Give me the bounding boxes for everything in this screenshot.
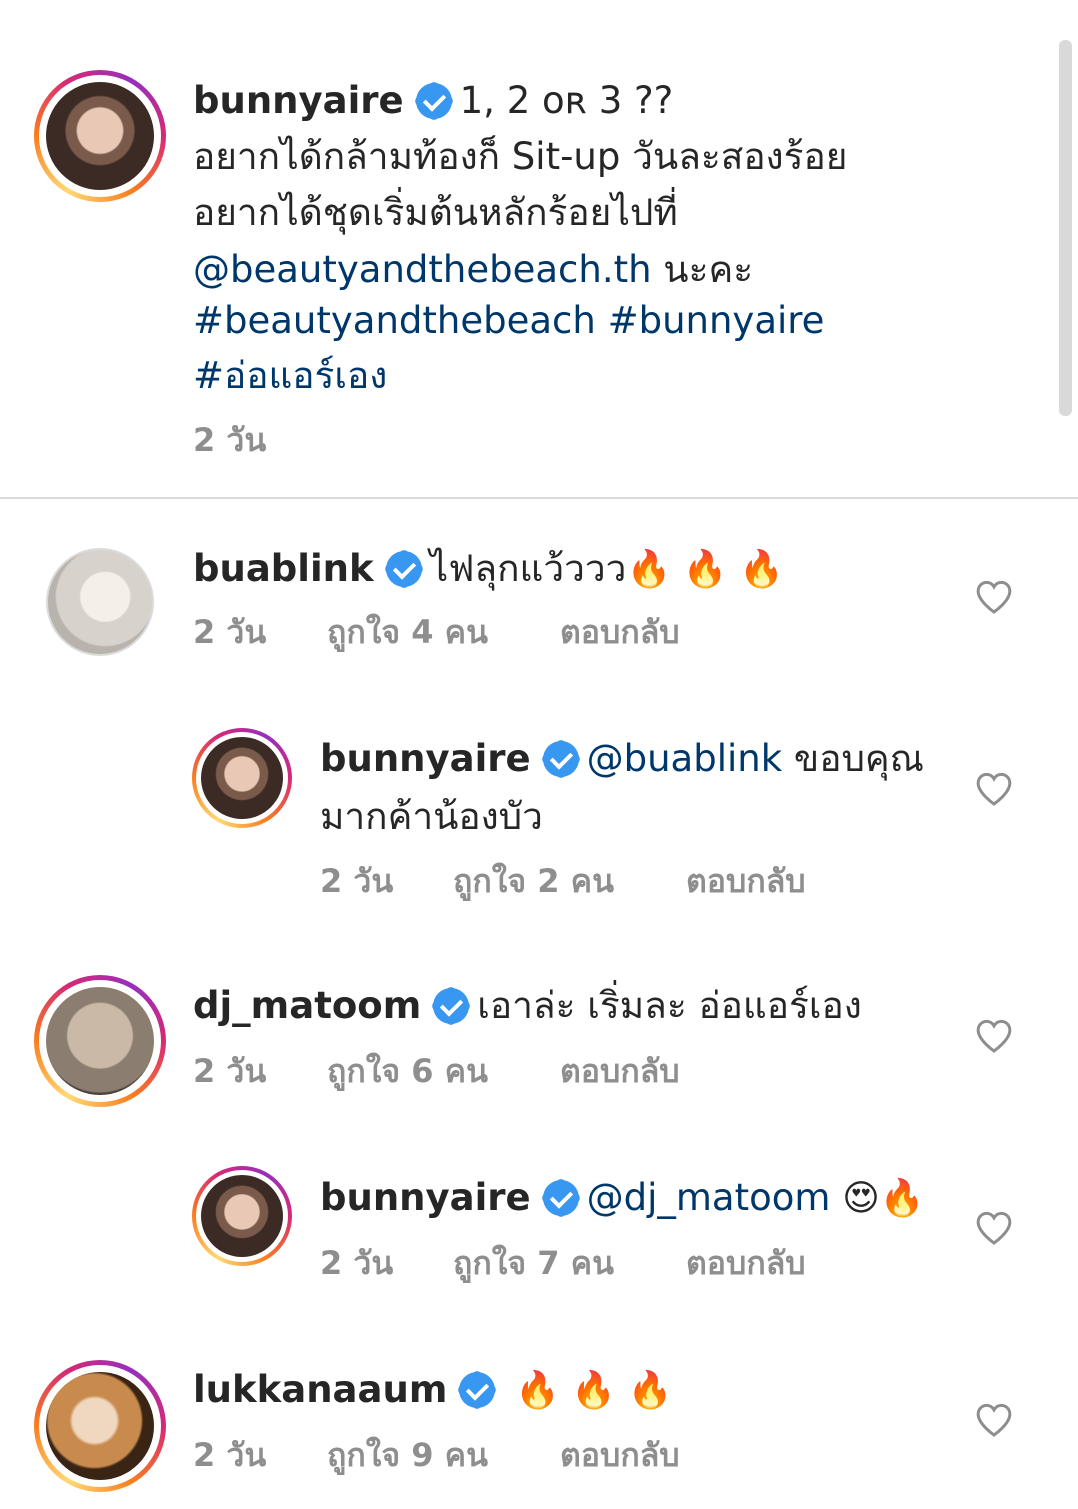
verified-badge-icon <box>415 83 452 119</box>
username[interactable]: lukkanaaum <box>193 1368 447 1411</box>
comment-text: เอาล่ะ เริ่มละ อ่อแอร์เอง <box>477 984 862 1027</box>
heart-icon[interactable] <box>974 1208 1014 1248</box>
avatar[interactable] <box>34 975 166 1107</box>
caption-suffix: นะคะ <box>651 248 754 291</box>
heart-icon[interactable] <box>974 577 1014 617</box>
likes-count[interactable]: ถูกใจ 7 คน <box>453 1243 614 1283</box>
fire-emoji: 🔥 🔥 🔥 <box>515 1370 673 1411</box>
mention-link[interactable]: @dj_matoom <box>587 1176 831 1219</box>
username[interactable]: buablink <box>193 547 374 590</box>
heart-icon[interactable] <box>974 1400 1014 1440</box>
comment-body: dj_matoom เอาล่ะ เริ่มละ อ่อแอร์เอง <box>193 978 862 1034</box>
verified-badge-icon <box>385 551 422 587</box>
mention-link[interactable]: @beautyandthebeach.th <box>193 248 652 291</box>
post-caption: bunnyaire 1, 2 ᴏʀ 3 ?? อยากได้กล้ามท้องก็… <box>0 0 1078 499</box>
reply-button[interactable]: ตอบกลับ <box>560 612 680 652</box>
comment-body: lukkanaaum 🔥 🔥 🔥 <box>193 1362 673 1419</box>
hashtag-link[interactable]: #beautyandthebeach #bunnyaire <box>193 293 824 349</box>
verified-badge-icon <box>459 1372 496 1408</box>
username[interactable]: bunnyaire <box>320 737 531 780</box>
comment-text: มากค้าน้องบัว <box>320 795 543 838</box>
comment-body: bunnyaire @dj_matoom 😍🔥 <box>320 1170 925 1227</box>
verified-badge-icon <box>542 1180 579 1216</box>
caption-time: 2 วัน <box>193 421 267 459</box>
heart-icon[interactable] <box>974 769 1014 809</box>
likes-count[interactable]: ถูกใจ 6 คน <box>327 1051 488 1091</box>
verified-badge-icon <box>542 741 579 777</box>
fire-emoji: 🔥 🔥 🔥 <box>626 549 784 590</box>
reply-button[interactable]: ตอบกลับ <box>686 1243 806 1283</box>
hashtag-link[interactable]: #อ่อแอร์เอง <box>193 348 387 404</box>
caption-title: 1, 2 ᴏʀ 3 ?? <box>459 79 674 122</box>
caption-first-line: bunnyaire 1, 2 ᴏʀ 3 ?? <box>193 73 673 129</box>
avatar[interactable] <box>46 548 154 656</box>
username[interactable]: bunnyaire <box>193 79 404 122</box>
avatar[interactable] <box>34 1360 166 1492</box>
comment-body: bunnyaire @buablink ขอบคุณ <box>320 731 924 787</box>
comment-time: 2 วัน <box>320 1244 394 1282</box>
likes-count[interactable]: ถูกใจ 9 คน <box>327 1435 488 1475</box>
likes-count[interactable]: ถูกใจ 4 คน <box>327 612 488 652</box>
comment-text: ไฟลุกแว้ววว <box>429 547 627 590</box>
reply-button[interactable]: ตอบกลับ <box>560 1435 680 1475</box>
caption-line-3: อยากได้ชุดเริ่มต้นหลักร้อยไปที่ <box>193 191 678 234</box>
likes-count[interactable]: ถูกใจ 2 คน <box>453 861 614 901</box>
heart-eyes-fire-emoji: 😍🔥 <box>842 1178 925 1219</box>
comment-body: buablink ไฟลุกแว้ววว🔥 🔥 🔥 <box>193 541 784 598</box>
avatar[interactable] <box>34 70 166 202</box>
verified-badge-icon <box>433 988 470 1024</box>
avatar[interactable] <box>192 728 292 828</box>
comments-screen: bunnyaire 1, 2 ᴏʀ 3 ?? อยากได้กล้ามท้องก็… <box>0 0 1078 1509</box>
username[interactable]: bunnyaire <box>320 1176 531 1219</box>
caption-line-4: @beautyandthebeach.th นะคะ <box>193 242 753 298</box>
reply-button[interactable]: ตอบกลับ <box>560 1051 680 1091</box>
username[interactable]: dj_matoom <box>193 984 421 1027</box>
heart-icon[interactable] <box>974 1016 1014 1056</box>
mention-link[interactable]: @buablink <box>587 737 783 780</box>
comment-time: 2 วัน <box>320 862 394 900</box>
comment-time: 2 วัน <box>193 613 267 651</box>
caption-line-2: อยากได้กล้ามท้องก็ Sit-up วันละสองร้อย <box>193 135 848 178</box>
avatar[interactable] <box>192 1166 292 1266</box>
comment-time: 2 วัน <box>193 1052 267 1090</box>
comment-text: ขอบคุณ <box>782 737 925 780</box>
comment-time: 2 วัน <box>193 1436 267 1474</box>
reply-button[interactable]: ตอบกลับ <box>686 861 806 901</box>
